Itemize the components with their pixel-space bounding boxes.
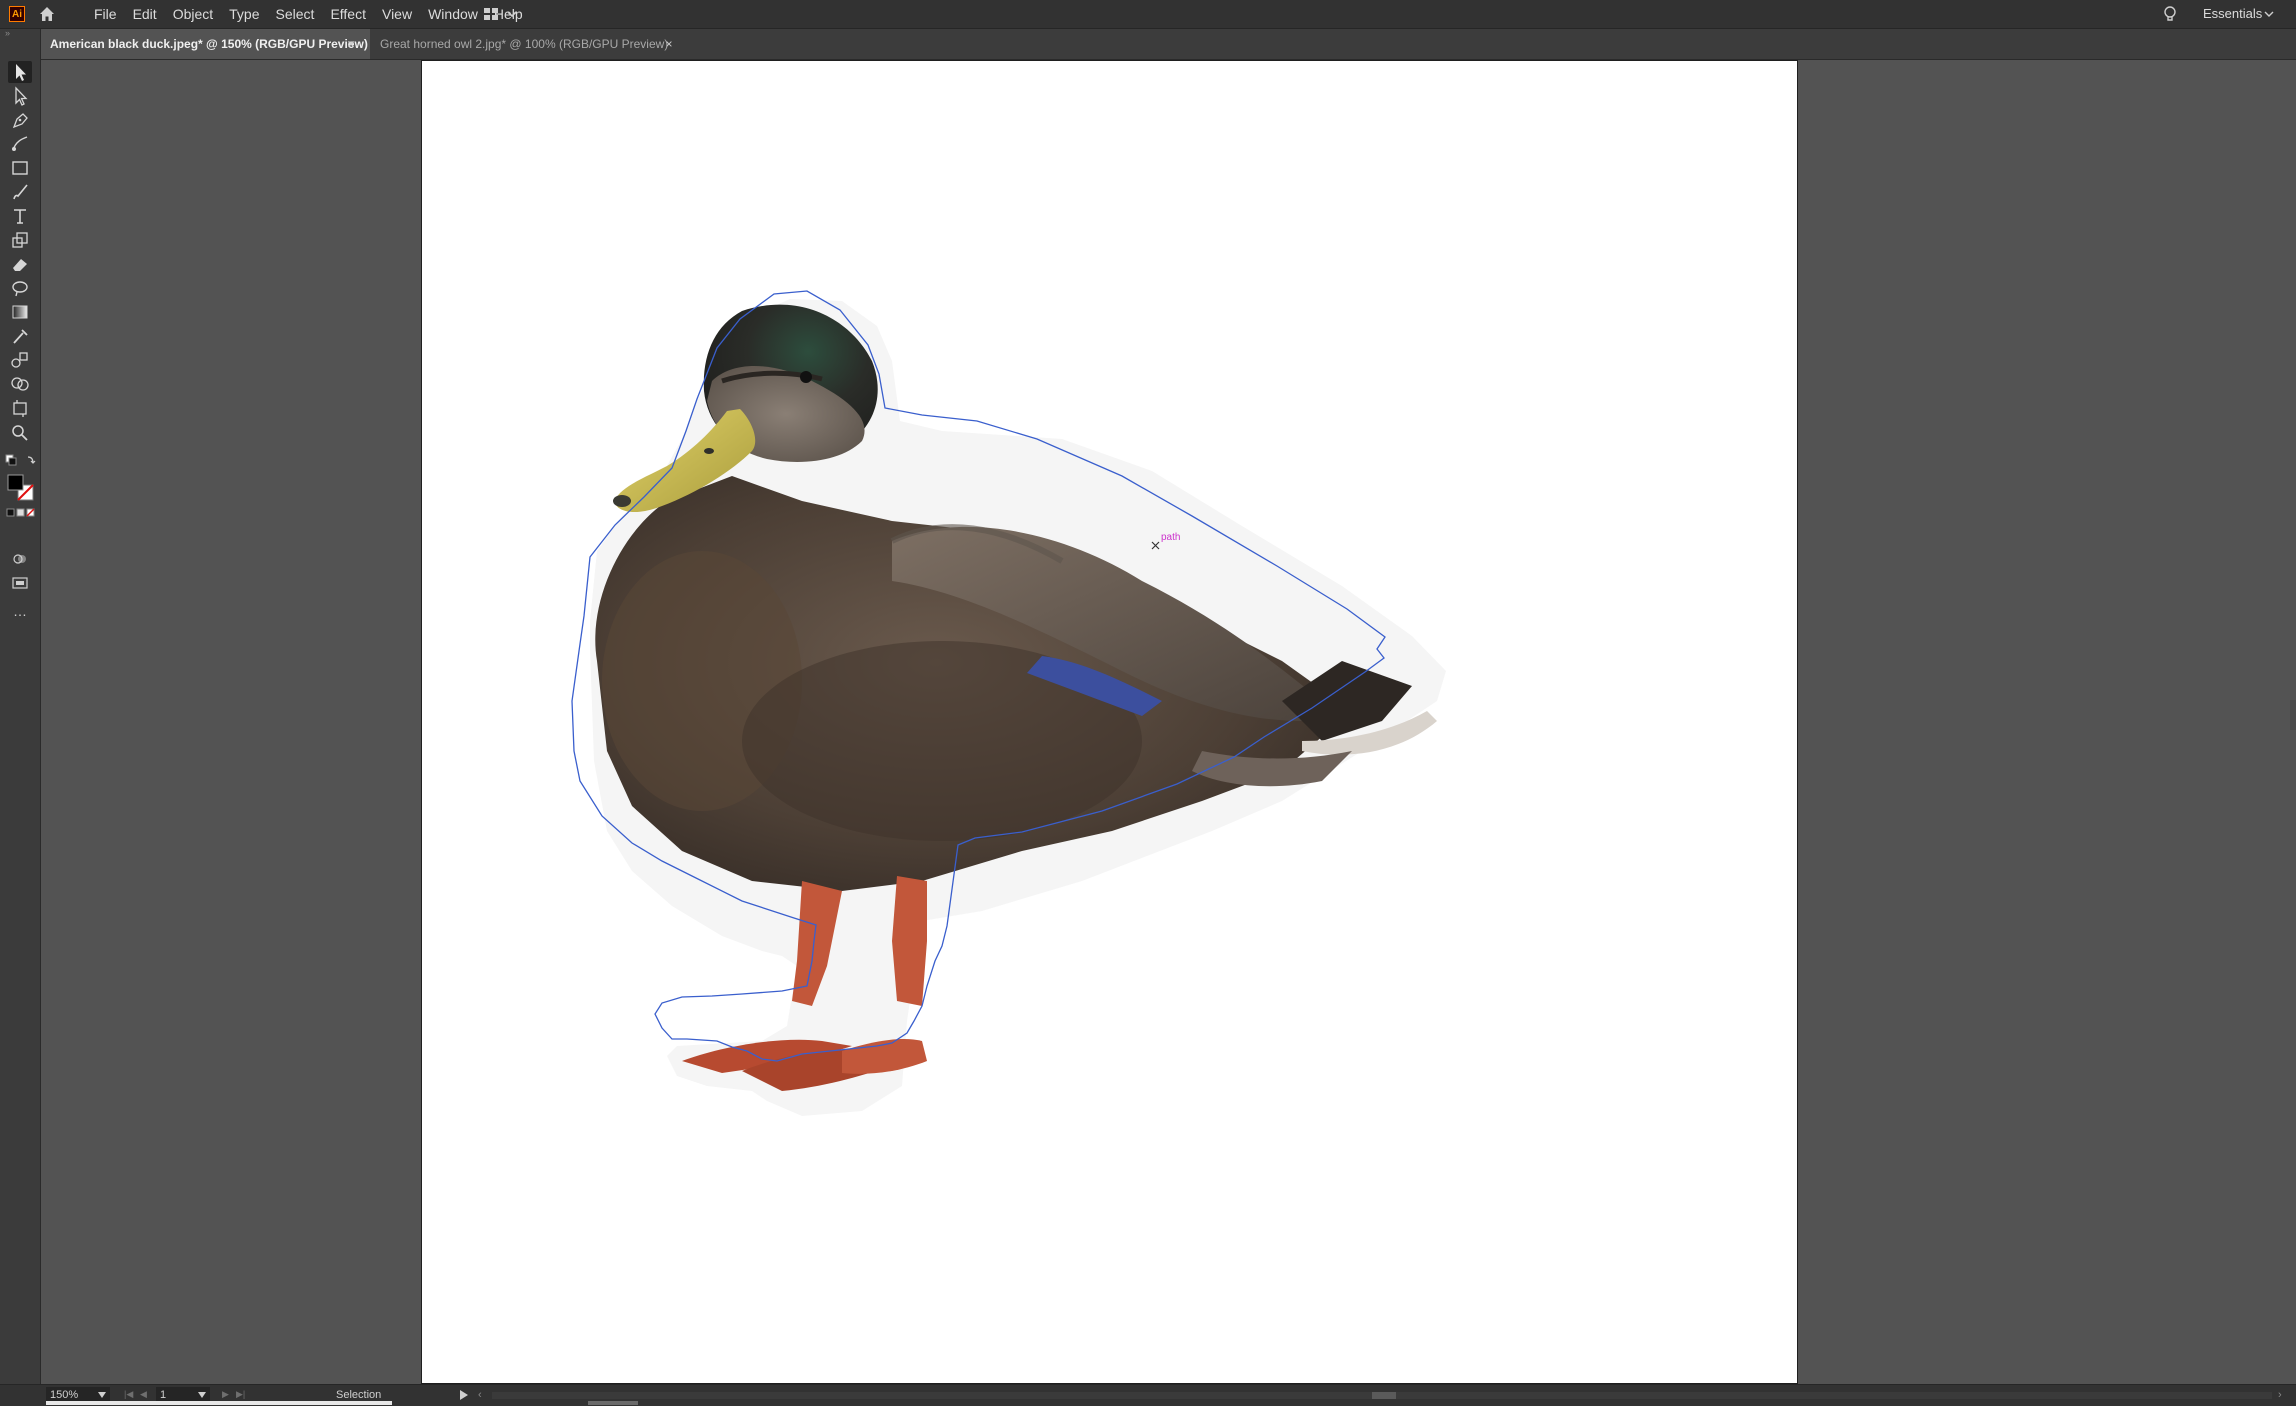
menu-effect[interactable]: Effect [322, 0, 374, 28]
color-mode-icons[interactable] [6, 507, 36, 519]
vertical-scrollbar-handle[interactable] [2290, 700, 2296, 730]
selection-tool-icon[interactable] [8, 61, 32, 83]
scale-tool-icon[interactable] [8, 229, 32, 251]
duck-image[interactable]: path [422, 61, 1798, 1384]
menu-bar: Ai File Edit Object Type Select Effect V… [0, 0, 2296, 29]
menu-select[interactable]: Select [268, 0, 323, 28]
scroll-right-icon[interactable]: › [2278, 1389, 2282, 1401]
tools-panel: » … [0, 29, 41, 1393]
default-fill-stroke-icon[interactable] [4, 453, 38, 473]
menu-window[interactable]: Window [420, 0, 486, 28]
menu-items: File Edit Object Type Select Effect View… [86, 0, 531, 28]
menu-file[interactable]: File [86, 0, 125, 28]
home-icon[interactable] [38, 5, 56, 23]
tab-label: Great horned owl 2.jpg* @ 100% (RGB/GPU … [380, 37, 669, 51]
screen-mode-icon[interactable] [10, 575, 32, 591]
lightbulb-icon[interactable] [2160, 4, 2180, 24]
close-icon[interactable]: × [344, 29, 358, 59]
fill-stroke-swatch-icon[interactable] [6, 473, 36, 503]
first-artboard-icon[interactable]: |◀ [124, 1389, 133, 1400]
next-artboard-icon[interactable]: ▶ [222, 1389, 229, 1400]
chevron-down-icon[interactable] [2264, 10, 2274, 18]
curvature-tool-icon[interactable] [8, 133, 32, 155]
app-logo: Ai [9, 6, 25, 22]
menu-edit[interactable]: Edit [125, 0, 165, 28]
rectangle-tool-icon[interactable] [8, 157, 32, 179]
arrange-documents-icon[interactable] [482, 6, 522, 22]
panel-collapse-grip[interactable]: » [0, 29, 40, 39]
shape-builder-tool-icon[interactable] [8, 373, 32, 395]
paintbrush-tool-icon[interactable] [8, 181, 32, 203]
lasso-tool-icon[interactable] [8, 277, 32, 299]
smart-guide-path-label: path [1161, 532, 1180, 543]
artboard-tool-icon[interactable] [8, 397, 32, 419]
zoom-tool-icon[interactable] [8, 421, 32, 443]
blend-tool-icon[interactable] [8, 349, 32, 371]
document-tab-bar: American black duck.jpeg* @ 150% (RGB/GP… [0, 29, 2296, 60]
menu-type[interactable]: Type [221, 0, 267, 28]
eraser-tool-icon[interactable] [8, 253, 32, 275]
chevron-down-icon[interactable] [98, 1392, 106, 1398]
direct-selection-tool-icon[interactable] [8, 85, 32, 107]
eyedropper-tool-icon[interactable] [8, 325, 32, 347]
close-icon[interactable]: × [662, 29, 676, 59]
tab-american-black-duck[interactable]: American black duck.jpeg* @ 150% (RGB/GP… [40, 29, 370, 59]
scroll-left-icon[interactable]: ‹ [478, 1389, 482, 1401]
taskbar-strip [46, 1401, 392, 1405]
menu-object[interactable]: Object [165, 0, 221, 28]
workspace-switcher[interactable]: Essentials [2203, 0, 2262, 28]
horizontal-scrollbar-thumb[interactable] [1372, 1392, 1396, 1399]
chevron-down-icon[interactable] [198, 1392, 206, 1398]
last-artboard-icon[interactable]: ▶| [236, 1389, 245, 1400]
type-tool-icon[interactable] [8, 205, 32, 227]
taskbar-strip [588, 1401, 638, 1405]
gradient-tool-icon[interactable] [8, 301, 32, 323]
menu-view[interactable]: View [374, 0, 420, 28]
previous-artboard-icon[interactable]: ◀ [140, 1389, 147, 1400]
edit-toolbar-icon[interactable]: … [0, 603, 40, 619]
artboard[interactable]: path [421, 60, 1798, 1384]
tab-great-horned-owl[interactable]: Great horned owl 2.jpg* @ 100% (RGB/GPU … [370, 29, 680, 59]
pen-tool-icon[interactable] [8, 109, 32, 131]
tab-label: American black duck.jpeg* @ 150% (RGB/GP… [50, 37, 368, 51]
status-menu-arrow-icon[interactable] [460, 1390, 468, 1400]
drawing-mode-icon[interactable] [10, 551, 32, 567]
